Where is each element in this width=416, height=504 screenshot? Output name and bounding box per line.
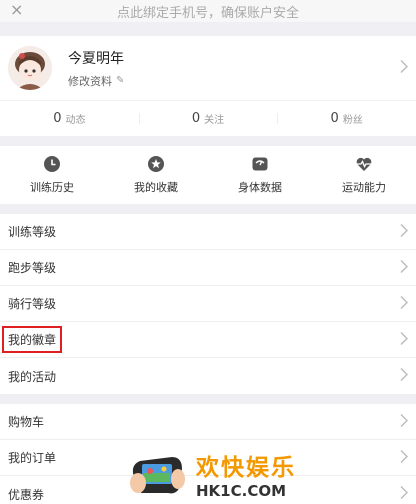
chevron-right-icon [400,413,408,430]
stat-followers[interactable]: 0 粉丝 [277,111,416,126]
menu-item-label: 优惠券 [8,487,45,502]
bind-phone-text: 点此绑定手机号，确保账户安全 [116,5,299,21]
username: 今夏明年 [68,50,124,67]
star-icon [148,156,164,172]
menu-item-running-level[interactable]: 跑步等级 [0,250,416,286]
profile-card[interactable]: 今夏明年 修改资料 ✎ [0,36,416,100]
menu-item-my-badges[interactable]: 我的徽章 [0,322,416,358]
watermark: 欢快娱乐 HK1C.COM [128,446,298,502]
menu-item-label: 我的订单 [8,451,57,465]
chevron-right-icon [400,295,408,312]
feature-grid: 训练历史 我的收藏 身体数据 运动能力 [0,146,416,204]
menu-item-my-activities[interactable]: 我的活动 [0,358,416,394]
menu-item-cart[interactable]: 购物车 [0,404,416,440]
training-history-label: 训练历史 [30,181,74,194]
edit-profile-label: 修改资料 [68,74,112,88]
body-data-icon [252,157,268,171]
chevron-right-icon [400,59,408,78]
menu-item-label: 训练等级 [8,225,57,239]
bind-phone-banner[interactable]: × 点此绑定手机号，确保账户安全 [0,0,416,22]
my-favorites-label: 我的收藏 [134,181,178,194]
stat-posts-label: 动态 [65,115,86,126]
chevron-right-icon [400,223,408,240]
stats-bar: 0 动态 0 关注 0 粉丝 [0,100,416,136]
chevron-right-icon [400,368,408,385]
close-icon[interactable]: × [10,0,23,19]
menu-group-levels: 训练等级 跑步等级 骑行等级 我的徽章 我的活动 [0,214,416,394]
watermark-title: 欢快娱乐 [196,455,296,481]
chevron-right-icon [400,259,408,276]
stat-followers-label: 粉丝 [342,115,363,126]
heart-pulse-icon [356,157,372,171]
clock-icon [44,156,60,172]
menu-item-label: 购物车 [8,415,45,429]
chevron-right-icon [400,331,408,348]
stat-followers-count: 0 [330,111,339,126]
stat-following[interactable]: 0 关注 [138,111,278,126]
gamepad-hands-icon [130,457,185,494]
menu-item-label: 我的活动 [8,369,57,384]
menu-item-cycling-level[interactable]: 骑行等级 [0,286,416,322]
sport-ability-label: 运动能力 [342,181,386,194]
stat-following-count: 0 [191,111,201,126]
menu-item-label: 跑步等级 [8,261,57,275]
training-history-button[interactable]: 训练历史 [0,146,104,204]
stat-following-label: 关注 [204,115,225,126]
edit-profile-link[interactable]: 修改资料 ✎ [68,73,124,89]
chevron-right-icon [400,486,408,503]
menu-item-training-level[interactable]: 训练等级 [0,214,416,250]
menu-item-label: 骑行等级 [8,297,57,311]
watermark-domain: HK1C.COM [196,482,287,500]
avatar[interactable] [8,46,52,90]
my-favorites-button[interactable]: 我的收藏 [104,146,208,204]
menu-item-label: 我的徽章 [2,326,63,353]
sport-ability-button[interactable]: 运动能力 [312,146,416,204]
edit-icon: ✎ [116,75,125,86]
body-data-label: 身体数据 [238,181,282,194]
stat-posts[interactable]: 0 动态 [0,111,139,126]
stat-posts-count: 0 [53,111,62,126]
chevron-right-icon [400,449,408,466]
body-data-button[interactable]: 身体数据 [208,146,312,204]
